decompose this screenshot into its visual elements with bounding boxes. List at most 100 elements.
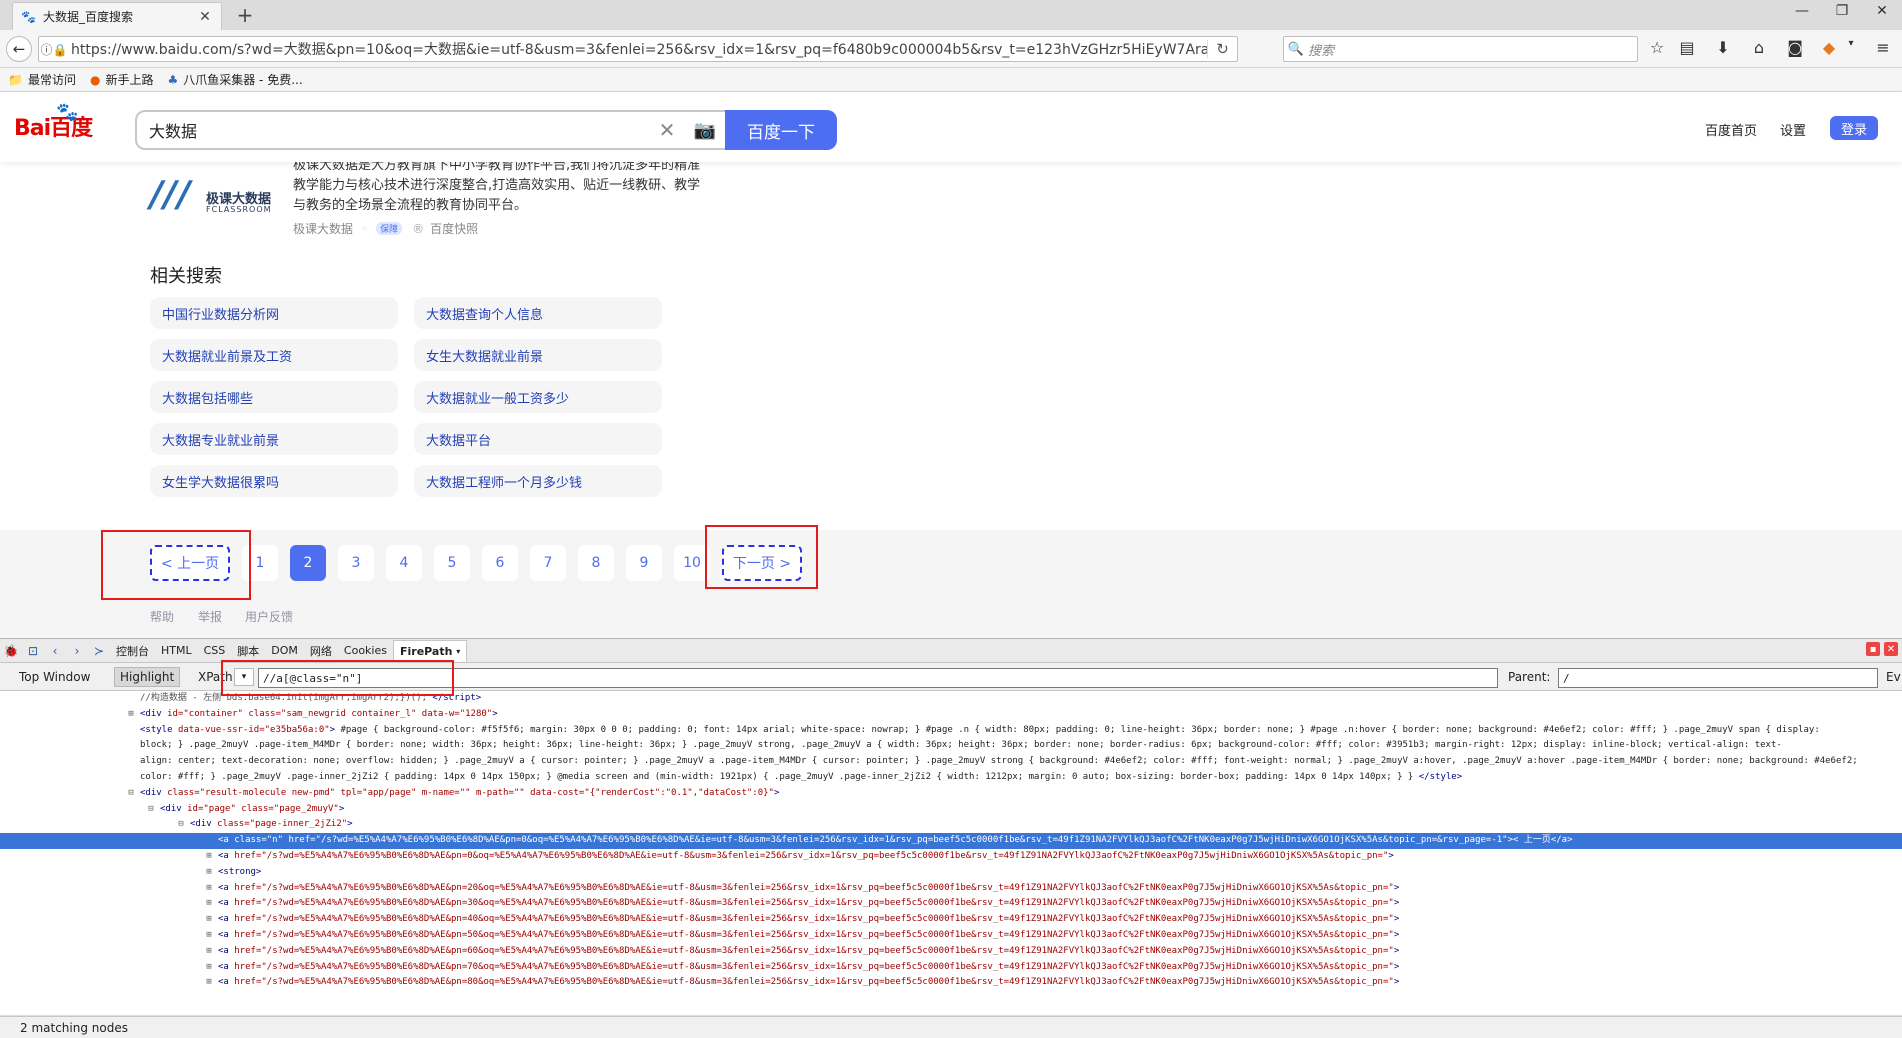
highlight-toggle[interactable]: Highlight	[114, 667, 181, 687]
library-icon[interactable]: ▤	[1676, 38, 1698, 57]
parent-input[interactable]: /	[1558, 668, 1878, 688]
tree-row[interactable]: ⊞ <a href="/s?wd=%E5%A4%A7%E6%95%B0%E6%8D…	[0, 944, 1902, 960]
browser-search-box[interactable]: 🔍 搜索	[1283, 36, 1638, 62]
clear-icon[interactable]: ✕	[649, 118, 685, 142]
tree-row[interactable]: block; } .page_2muyV .page-item_M4MDr { …	[0, 738, 1902, 754]
tab-css[interactable]: CSS	[198, 644, 232, 657]
footer-help[interactable]: 帮助	[150, 608, 174, 625]
back-icon[interactable]: ←	[6, 36, 32, 62]
related-item[interactable]: 大数据就业前景及工资	[150, 339, 398, 371]
extension-dropdown-icon[interactable]: ▾	[1840, 38, 1862, 49]
close-window-icon[interactable]: ✕	[1862, 3, 1902, 19]
bookmark-octoparse[interactable]: ♣ 八爪鱼采集器 - 免费...	[167, 71, 302, 88]
related-item[interactable]: 大数据查询个人信息	[414, 297, 662, 329]
collapse-icon[interactable]: ⊟	[126, 786, 136, 802]
page-link[interactable]: 4	[386, 545, 422, 581]
expand-icon[interactable]: ⊞	[204, 912, 214, 928]
tree-row[interactable]: align: center; text-decoration: none; ov…	[0, 754, 1902, 770]
collapse-icon[interactable]: ⊟	[176, 817, 186, 833]
search-button[interactable]: 百度一下	[725, 110, 837, 150]
tree-row[interactable]: ⊞ <strong>	[0, 865, 1902, 881]
restore-icon[interactable]: ❐	[1822, 3, 1862, 19]
bookmark-getting-started[interactable]: ● 新手上路	[90, 71, 154, 88]
expand-icon[interactable]: ⊞	[204, 896, 214, 912]
tree-row[interactable]: ⊞ <a href="/s?wd=%E5%A4%A7%E6%95%B0%E6%8D…	[0, 960, 1902, 976]
url-text[interactable]: https://www.baidu.com/s?wd=大数据&pn=10&oq=…	[69, 39, 1207, 59]
page-link[interactable]: 9	[626, 545, 662, 581]
download-icon[interactable]: ⬇	[1712, 38, 1734, 57]
tree-row[interactable]: ⊞ <a href="/s?wd=%E5%A4%A7%E6%95%B0%E6%8D…	[0, 912, 1902, 928]
footer-feedback[interactable]: 用户反馈	[245, 608, 293, 625]
collapse-icon[interactable]: ⊟	[146, 802, 156, 818]
related-item[interactable]: 大数据包括哪些	[150, 381, 398, 413]
tree-row-selected[interactable]: <a class="n" href="/s?wd=%E5%A4%A7%E6%95…	[0, 833, 1902, 849]
tree-row[interactable]: color: #fff; } .page_2muyV .page-inner_2…	[0, 770, 1902, 786]
tab-firepath[interactable]: FirePath ▾	[392, 639, 468, 662]
ad-source[interactable]: 极课大数据	[293, 220, 353, 237]
console-run-icon[interactable]: ≻	[88, 644, 110, 658]
expand-icon[interactable]: ⊞	[204, 865, 214, 881]
tab-dom[interactable]: DOM	[265, 644, 304, 657]
menu-icon[interactable]: ≡	[1872, 38, 1894, 57]
inspect-icon[interactable]: ⊡	[22, 644, 44, 658]
tab-cookies[interactable]: Cookies	[338, 644, 393, 657]
tree-row[interactable]: ⊟ <div class="result-molecule new-pmd" tp…	[0, 786, 1902, 802]
tree-row[interactable]: ⊟ <div id="page" class="page_2muyV">	[0, 802, 1902, 818]
expand-icon[interactable]: ⊞	[204, 960, 214, 976]
page-link[interactable]: 7	[530, 545, 566, 581]
tree-row[interactable]: ⊞ <a href="/s?wd=%E5%A4%A7%E6%95%B0%E6%8D…	[0, 896, 1902, 912]
home-icon[interactable]: ⌂	[1748, 38, 1770, 57]
footer-report[interactable]: 举报	[198, 608, 222, 625]
baidu-search-box[interactable]: 大数据 ✕ 📷	[135, 110, 725, 150]
tree-row[interactable]: ⊞ <a href="/s?wd=%E5%A4%A7%E6%95%B0%E6%8D…	[0, 928, 1902, 944]
related-item[interactable]: 女生学大数据很累吗	[150, 465, 398, 497]
related-item[interactable]: 女生大数据就业前景	[414, 339, 662, 371]
login-button[interactable]: 登录	[1830, 116, 1878, 140]
info-lock-icon[interactable]: ⓘ🔒	[39, 41, 69, 58]
extension-icon[interactable]: ◆	[1818, 38, 1840, 57]
page-link[interactable]: 8	[578, 545, 614, 581]
firebug-icon[interactable]: 🐞	[0, 644, 22, 658]
snapshot-link[interactable]: 百度快照	[430, 220, 478, 237]
tree-row[interactable]: <style data-vue-ssr-id="e35ba56a:0"> #pa…	[0, 723, 1902, 739]
devtools-minimize-icon[interactable]: ▪	[1866, 642, 1880, 656]
search-input[interactable]: 大数据	[149, 118, 649, 142]
tab-html[interactable]: HTML	[155, 644, 198, 657]
related-item[interactable]: 大数据专业就业前景	[150, 423, 398, 455]
forward-arrow-icon[interactable]: ›	[66, 644, 88, 658]
related-item[interactable]: 大数据就业一般工资多少	[414, 381, 662, 413]
expand-icon[interactable]: ⊞	[204, 928, 214, 944]
tree-row[interactable]: ⊞ <a href="/s?wd=%E5%A4%A7%E6%95%B0%E6%8D…	[0, 849, 1902, 865]
tab-script[interactable]: 脚本	[231, 643, 265, 659]
page-link[interactable]: 5	[434, 545, 470, 581]
ad-logo[interactable]: / / / 极课大数据 FCLASSROOM	[150, 170, 280, 225]
baidu-logo[interactable]: Bai百度 🐾	[14, 102, 93, 142]
tab-console[interactable]: 控制台	[110, 643, 155, 659]
tree-row[interactable]: ⊟ <div class="page-inner_2jZi2">	[0, 817, 1902, 833]
tab-net[interactable]: 网络	[304, 643, 338, 659]
page-link[interactable]: 6	[482, 545, 518, 581]
back-arrow-icon[interactable]: ‹	[44, 644, 66, 658]
link-settings[interactable]: 设置	[1780, 120, 1806, 139]
top-window-select[interactable]: Top Window	[14, 667, 95, 687]
guarantee-badge[interactable]: 保障	[376, 222, 403, 235]
bookmark-star-icon[interactable]: ☆	[1646, 38, 1668, 57]
devtools-close-icon[interactable]: ✕	[1884, 642, 1898, 656]
page-link[interactable]: 3	[338, 545, 374, 581]
new-tab-button[interactable]: +	[234, 3, 256, 27]
reload-icon[interactable]: ↻	[1207, 40, 1237, 58]
expand-icon[interactable]: ⊞	[204, 944, 214, 960]
html-tree[interactable]: //构造数据 - 左侧 bds.base64.init(imgArr,imgAr…	[0, 691, 1902, 1015]
related-item[interactable]: 大数据平台	[414, 423, 662, 455]
expand-icon[interactable]: ⊞	[126, 707, 136, 723]
url-bar[interactable]: ⓘ🔒 https://www.baidu.com/s?wd=大数据&pn=10&…	[38, 36, 1238, 62]
expand-icon[interactable]: ⊞	[204, 881, 214, 897]
tree-row[interactable]: ⊞ <div id="container" class="sam_newgrid …	[0, 707, 1902, 723]
minimize-icon[interactable]: —	[1782, 3, 1822, 19]
bookmark-most-visited[interactable]: 📁 最常访问	[8, 71, 76, 88]
expand-icon[interactable]: ⊞	[204, 975, 214, 991]
tree-row[interactable]: ⊞ <a href="/s?wd=%E5%A4%A7%E6%95%B0%E6%8D…	[0, 881, 1902, 897]
pocket-icon[interactable]: ◙	[1784, 38, 1806, 57]
related-item[interactable]: 大数据工程师一个月多少钱	[414, 465, 662, 497]
camera-icon[interactable]: 📷	[685, 120, 725, 141]
